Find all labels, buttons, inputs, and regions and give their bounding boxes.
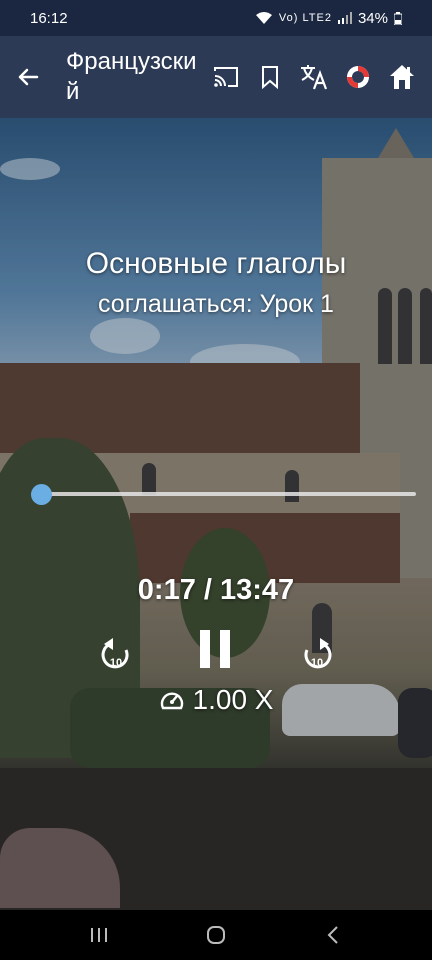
seek-thumb[interactable] [31,484,53,505]
help-button[interactable] [336,55,380,99]
back-button[interactable] [0,36,56,118]
playback-speed-button[interactable]: 1.00 X [0,684,432,716]
home-nav-button[interactable] [186,915,246,955]
system-nav-bar [0,910,432,960]
lifebuoy-icon [347,66,369,88]
replay-10-icon: 10 [101,638,129,669]
forward-seconds: 10 [311,657,323,669]
speedometer-icon [160,692,183,710]
lesson-titles: Основные глаголы соглашаться: Урок 1 [0,244,432,322]
signal-icon [337,12,352,24]
cast-button[interactable] [204,55,248,99]
translate-button[interactable] [292,55,336,99]
background-photo [0,118,432,910]
lesson-subtitle: соглашаться: Урок 1 [98,290,334,318]
home-circle-icon [206,926,225,944]
bookmark-button[interactable] [248,55,292,99]
battery-icon [394,11,402,25]
lesson-title: Основные глаголы [85,247,347,280]
back-nav-button[interactable] [303,915,363,955]
status-bar: 16:12 Vo) LTE2 34% [0,0,432,36]
playback-speed: 1.00 X [192,684,274,715]
translate-icon [301,65,328,90]
wifi-icon [255,12,272,24]
pause-button[interactable] [190,622,242,674]
seek-track [34,492,416,496]
playback-controls: 10 10 [0,622,432,682]
pause-icon [200,630,230,668]
app-title: Французский [66,48,197,105]
app-actions [204,55,424,99]
forward-10-button[interactable]: 10 [297,632,337,678]
home-icon [390,65,414,89]
arrow-left-icon [18,68,39,86]
replay-seconds: 10 [110,657,122,669]
forward-10-icon: 10 [304,638,332,669]
playback-time: 0:17 / 13:47 [137,574,295,606]
app-bar: Французский [0,36,432,118]
battery-percent: 34% [357,9,388,27]
network-label: Vo) LTE2 [278,12,332,24]
chevron-left-icon [327,926,339,944]
status-time: 16:12 [30,9,68,27]
bookmark-icon [262,66,278,89]
home-button[interactable] [380,55,424,99]
recent-apps-button[interactable] [69,915,129,955]
recent-apps-icon [90,928,107,942]
replay-10-button[interactable]: 10 [96,632,136,678]
seek-bar[interactable] [24,483,416,505]
cast-icon [214,67,238,87]
status-indicators: Vo) LTE2 34% [255,10,402,27]
